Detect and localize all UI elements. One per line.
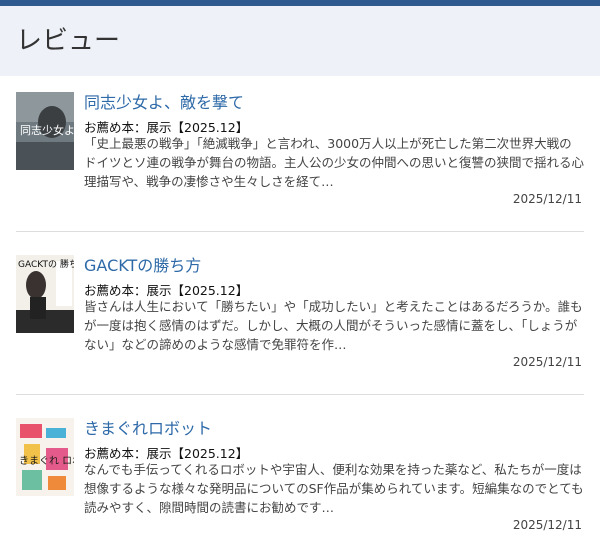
book-cover-image[interactable]: GACKTの 勝ち方 (16, 255, 74, 333)
section-title: レビュー (16, 26, 121, 56)
review-description: 皆さんは人生において「勝ちたい」や「成功したい」と考えたことはあるだろうか。誰も… (84, 299, 583, 352)
review-title-link[interactable]: 同志少女よ、敵を撃て (84, 89, 244, 113)
divider (16, 231, 584, 232)
cover-text: GACKTの 勝ち方 (18, 258, 74, 270)
review-description: 「史上最悪の戦争」「絶滅戦争」と言われ、3000万人以上が死亡した第二次世界大戦… (84, 136, 585, 189)
review-date: 2025/12/11 (512, 355, 582, 369)
cover-text: 同志少女よ 敵を撃て (20, 123, 74, 137)
review-date: 2025/12/11 (512, 192, 582, 206)
book-cover-image[interactable]: きまぐれ ロボット (16, 418, 74, 496)
divider (16, 394, 584, 395)
review-title-link[interactable]: GACKTの勝ち方 (84, 252, 201, 276)
cover-text: きまぐれ ロボット (19, 455, 74, 467)
review-description: なんでも手伝ってくれるロボットや宇宙人、便利な効果を持った薬など、私たちが一度は… (84, 462, 584, 515)
book-cover-image[interactable]: 同志少女よ 敵を撃て (16, 92, 74, 170)
section-header: レビュー (0, 6, 600, 76)
review-title-link[interactable]: きまぐれロボット (84, 415, 212, 439)
review-date: 2025/12/11 (512, 518, 582, 532)
